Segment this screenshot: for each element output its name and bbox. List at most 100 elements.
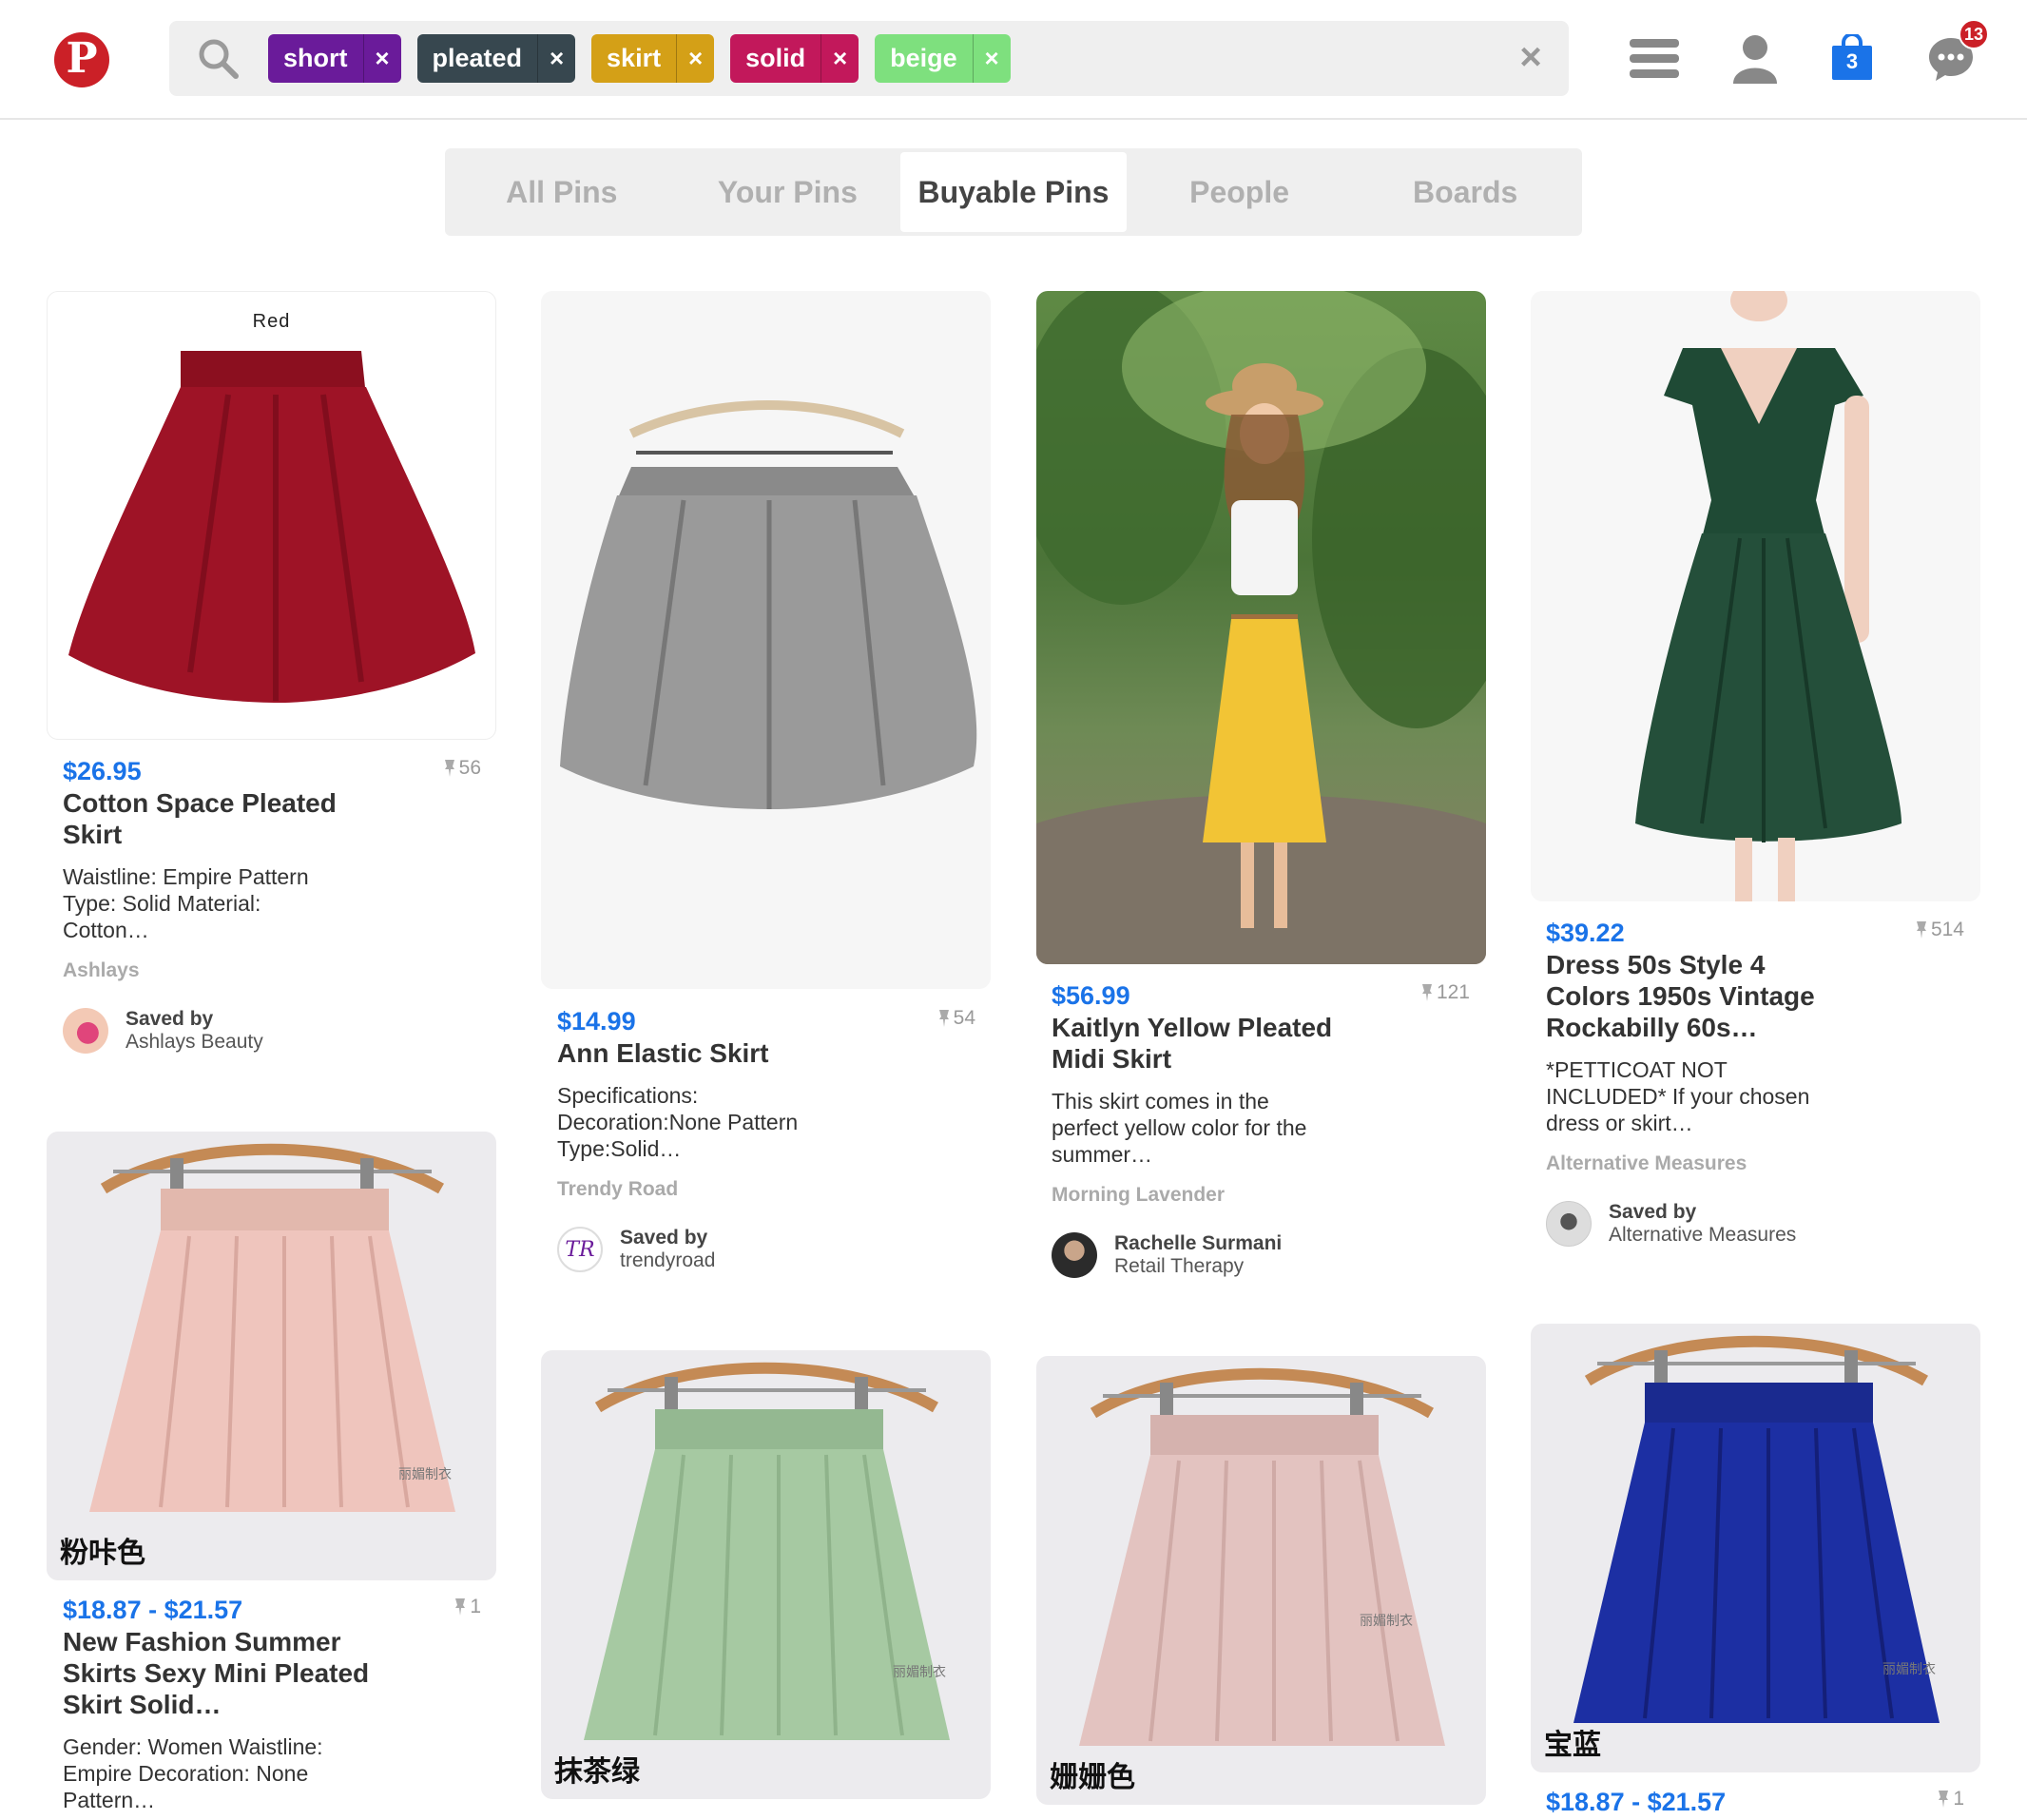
pin-image[interactable]: Red	[47, 291, 496, 740]
pin-details: $18.87 - $21.57 1 New Fashion Summer Ski…	[63, 1594, 481, 1813]
remove-tag-icon[interactable]: ×	[676, 34, 714, 83]
image-color-label: 宝蓝	[1544, 1729, 1601, 1762]
watermark: 丽媚制衣	[893, 1664, 946, 1679]
pin-details: $18.87 - $21.57 1	[1546, 1786, 1964, 1818]
saved-by-board: Retail Therapy	[1114, 1255, 1245, 1277]
avatar[interactable]	[63, 1008, 108, 1054]
pin-title[interactable]: Kaitlyn Yellow Pleated Midi Skirt	[1052, 1012, 1365, 1075]
pin-title[interactable]: New Fashion Summer Skirts Sexy Mini Plea…	[63, 1626, 376, 1720]
saved-by-board: Alternative Measures	[1609, 1224, 1797, 1246]
tab-boards[interactable]: Boards	[1352, 152, 1578, 232]
avatar[interactable]	[1546, 1201, 1592, 1247]
pin-description: Specifications: Decoration:None Pattern …	[557, 1083, 799, 1161]
dusty-pink-skirt-illustration	[1079, 1367, 1445, 1746]
saved-by[interactable]: Rachelle Surmani Retail Therapy	[1052, 1232, 1470, 1278]
pin-description: This skirt comes in the perfect yellow c…	[1052, 1089, 1307, 1167]
pin-icon	[938, 1010, 949, 1027]
pin-description: Waistline: Empire Pattern Type: Solid Ma…	[63, 864, 309, 942]
blue-skirt-illustration	[1573, 1335, 1940, 1723]
clear-search-icon[interactable]: ×	[1512, 36, 1550, 78]
repin-count-value: 121	[1436, 981, 1470, 1003]
tab-your-pins[interactable]: Your Pins	[675, 152, 901, 232]
pin-description: Gender: Women Waistline: Empire Decorati…	[63, 1734, 323, 1812]
avatar[interactable]: TR	[557, 1227, 603, 1272]
pin-image[interactable]: 丽媚制衣 宝蓝	[1531, 1324, 1980, 1772]
pin-price: $56.99	[1052, 981, 1130, 1010]
pin-source[interactable]: Ashlays	[63, 958, 481, 983]
pinterest-logo-icon[interactable]: P	[54, 32, 109, 87]
search-tags: short × pleated × skirt × solid × beige …	[268, 34, 1011, 83]
repin-count-value: 56	[458, 757, 481, 779]
pin-title[interactable]: Dress 50s Style 4 Colors 1950s Vintage R…	[1546, 949, 1850, 1043]
remove-tag-icon[interactable]: ×	[537, 34, 575, 83]
search-filter-tabs: All Pins Your Pins Buyable Pins People B…	[445, 148, 1582, 236]
repin-count: 121	[1421, 981, 1470, 1004]
pin-source[interactable]: Trendy Road	[557, 1177, 975, 1202]
pin-source[interactable]: Morning Lavender	[1052, 1183, 1470, 1208]
pin-icon	[455, 1598, 466, 1616]
watermark: 丽媚制衣	[398, 1466, 452, 1481]
remove-tag-icon[interactable]: ×	[362, 34, 401, 83]
pin-details: $56.99 121 Kaitlyn Yellow Pleated Midi S…	[1052, 979, 1470, 1278]
grey-skirt-illustration	[560, 400, 977, 809]
saved-by[interactable]: Saved by Alternative Measures	[1546, 1201, 1964, 1247]
search-tag[interactable]: pleated ×	[416, 34, 576, 83]
saved-by[interactable]: Saved by Ashlays Beauty	[63, 1008, 481, 1054]
pin-details: $26.95 56 Cotton Space Pleated Skirt Wai…	[63, 755, 481, 1054]
image-color-label: 抹茶绿	[554, 1755, 640, 1789]
search-tag[interactable]: beige ×	[875, 34, 1011, 83]
profile-icon[interactable]	[1728, 32, 1782, 86]
pin-title[interactable]: Cotton Space Pleated Skirt	[63, 787, 376, 850]
pin-icon	[1916, 921, 1926, 939]
pin-price: $18.87 - $21.57	[63, 1596, 243, 1624]
search-tag-label: skirt	[607, 44, 662, 72]
tab-buyable-pins[interactable]: Buyable Pins	[900, 152, 1127, 232]
search-tag[interactable]: skirt ×	[591, 34, 715, 83]
pin-image[interactable]: 丽媚制衣 抹茶绿	[541, 1350, 991, 1799]
pin-title[interactable]: Ann Elastic Skirt	[557, 1037, 975, 1069]
pin-details: $14.99 54 Ann Elastic Skirt Specificatio…	[557, 1005, 975, 1272]
menu-icon[interactable]	[1628, 32, 1681, 86]
remove-tag-icon[interactable]: ×	[820, 34, 859, 83]
pin-image[interactable]	[1036, 291, 1486, 964]
pin-icon	[1939, 1791, 1949, 1808]
repin-count-value: 514	[1930, 919, 1964, 940]
search-bar[interactable]: short × pleated × skirt × solid × beige …	[169, 21, 1569, 96]
saved-by[interactable]: TR Saved by trendyroad	[557, 1227, 975, 1272]
tab-people[interactable]: People	[1127, 152, 1353, 232]
repin-count: 54	[938, 1007, 975, 1030]
pin-price: $18.87 - $21.57	[1546, 1788, 1727, 1816]
green-skirt-illustration	[584, 1362, 950, 1740]
pin-description: *PETTICOAT NOT INCLUDED* If your chosen …	[1546, 1057, 1810, 1135]
red-skirt-illustration	[68, 351, 475, 703]
remove-tag-icon[interactable]: ×	[972, 34, 1011, 83]
tab-all-pins[interactable]: All Pins	[449, 152, 675, 232]
pin-price: $26.95	[63, 757, 142, 785]
pin-image[interactable]	[541, 291, 991, 989]
top-header: P short × pleated × skirt × solid × beig…	[0, 0, 2027, 120]
image-color-label: Red	[252, 311, 291, 332]
saved-by-board: Ashlays Beauty	[125, 1031, 263, 1053]
messages-icon[interactable]: 13	[1924, 19, 1989, 86]
avatar[interactable]	[1052, 1232, 1097, 1278]
search-tag[interactable]: solid ×	[730, 34, 859, 83]
pin-icon	[444, 760, 454, 777]
watermark: 丽媚制衣	[1882, 1661, 1936, 1676]
pin-image[interactable]: 丽媚制衣 姗姗色	[1036, 1356, 1486, 1805]
shopping-bag-icon[interactable]: 3	[1825, 32, 1879, 86]
green-dress-illustration	[1635, 291, 1902, 901]
search-tag[interactable]: short ×	[268, 34, 401, 83]
search-icon[interactable]	[198, 38, 240, 80]
search-tag-label: pleated	[432, 44, 523, 72]
watermark: 丽媚制衣	[1360, 1613, 1413, 1628]
saved-by-board: trendyroad	[620, 1249, 716, 1271]
pin-image[interactable]: 丽媚制衣 粉咔色	[47, 1132, 496, 1580]
pin-image[interactable]	[1531, 291, 1980, 901]
cart-count: 3	[1845, 49, 1859, 73]
image-color-label: 姗姗色	[1050, 1761, 1135, 1794]
repin-count-value: 1	[470, 1596, 481, 1617]
notification-badge: 13	[1959, 19, 1989, 49]
image-color-label: 粉咔色	[60, 1537, 145, 1570]
pin-price: $14.99	[557, 1007, 636, 1036]
pin-source[interactable]: Alternative Measures	[1546, 1152, 1964, 1176]
